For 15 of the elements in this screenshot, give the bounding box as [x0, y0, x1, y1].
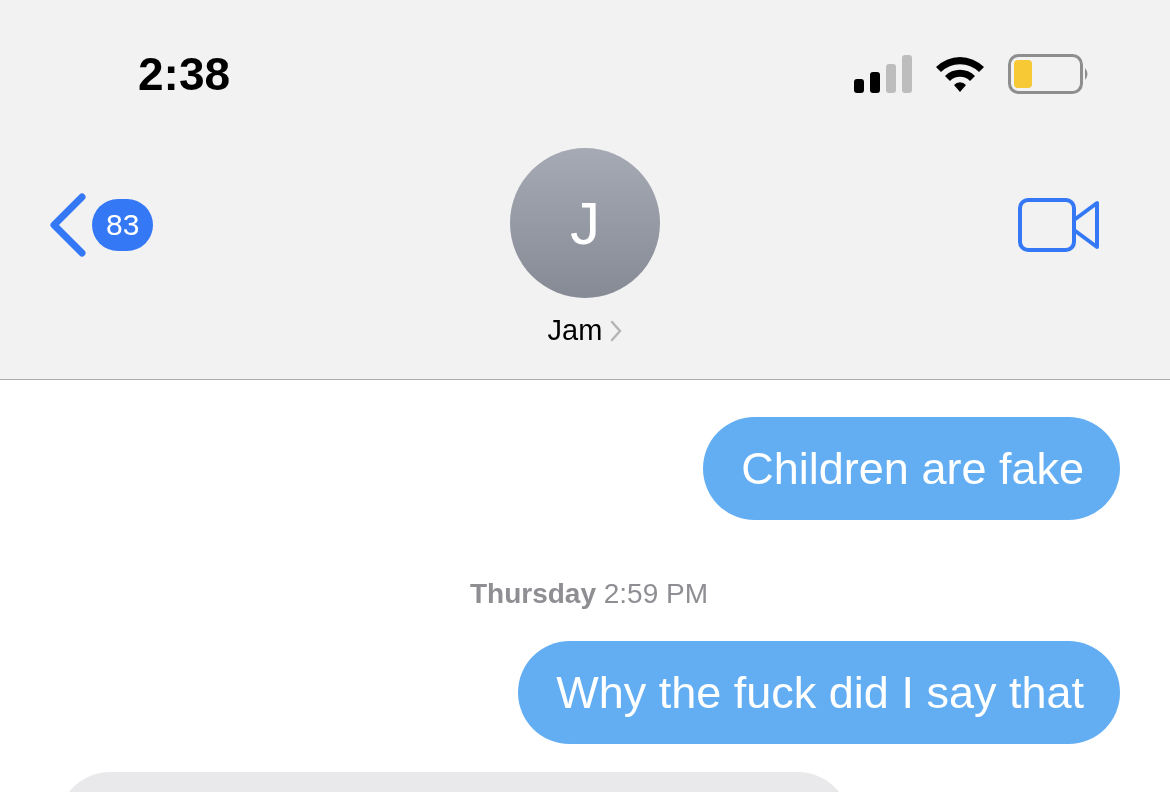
- contact-name[interactable]: Jam: [547, 314, 623, 347]
- message-bubble: Why the fuck did I say that: [518, 641, 1120, 744]
- signal-icon: [854, 55, 912, 93]
- battery-icon: [1008, 54, 1090, 94]
- video-call-button[interactable]: [1018, 198, 1100, 252]
- wifi-icon: [934, 55, 986, 93]
- chevron-left-icon: [48, 192, 88, 258]
- video-camera-icon: [1018, 198, 1100, 252]
- chevron-right-icon: [610, 319, 623, 342]
- status-time: 2:38: [138, 47, 231, 101]
- message-timestamp: Thursday 2:59 PM: [469, 578, 709, 610]
- message-bubble: Children are fake: [703, 417, 1120, 520]
- unread-count-badge: 83: [92, 199, 154, 251]
- contact-avatar[interactable]: J: [510, 148, 660, 298]
- back-button[interactable]: 83: [48, 192, 154, 258]
